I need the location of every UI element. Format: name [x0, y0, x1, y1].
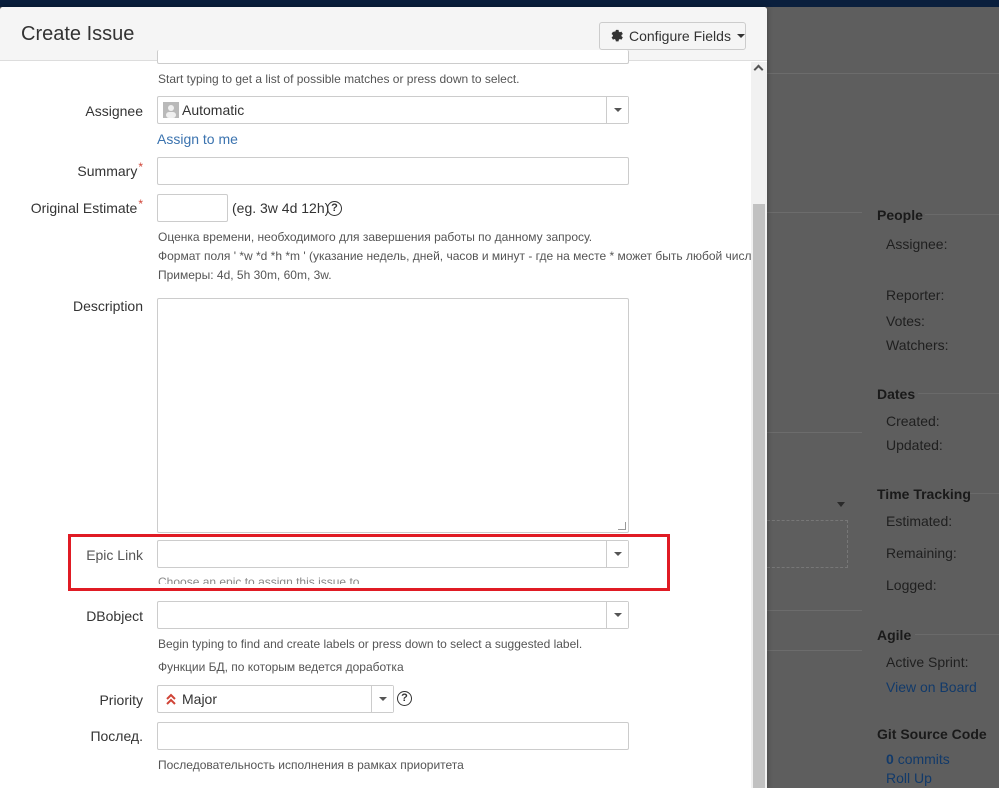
dates-rule: [918, 393, 999, 394]
commits-label: commits: [897, 751, 950, 767]
highlight-annotation-box: [68, 534, 670, 591]
original-estimate-label: Original Estimate*: [30, 197, 143, 216]
help-icon[interactable]: ?: [397, 691, 412, 706]
background-divider: [767, 432, 862, 433]
commits-count: 0: [886, 751, 894, 767]
original-estimate-label-text: Original Estimate: [30, 200, 138, 216]
dbobject-dropdown-button[interactable]: [606, 602, 628, 628]
logged-detail-label: Logged:: [886, 577, 937, 593]
priority-select[interactable]: Major: [157, 685, 394, 713]
summary-input[interactable]: [157, 157, 629, 185]
dbobject-description-hint: Функции БД, по которым ведется доработка: [158, 660, 404, 674]
dbobject-label: DBobject: [86, 608, 143, 624]
assign-to-me-link[interactable]: Assign to me: [157, 131, 238, 147]
original-estimate-input[interactable]: [157, 194, 228, 222]
assignee-dropdown-button[interactable]: [606, 97, 628, 123]
people-rule: [925, 214, 999, 215]
posled-hint: Последовательность исполнения в рамках п…: [158, 758, 464, 772]
assignee-value: Automatic: [182, 102, 245, 118]
background-divider: [767, 212, 862, 213]
original-estimate-examples-hint: Примеры: 4d, 5h 30m, 60m, 3w.: [158, 268, 332, 282]
assignee-select[interactable]: Automatic: [157, 96, 629, 124]
priority-value: Major: [182, 691, 218, 707]
dialog-title: Create Issue: [21, 23, 135, 45]
description-label: Description: [72, 298, 143, 314]
roll-up-link[interactable]: Roll Up: [886, 770, 932, 786]
agile-rule: [915, 634, 999, 635]
background-divider: [767, 650, 862, 651]
assignee-detail-label: Assignee:: [886, 236, 948, 252]
required-marker: *: [138, 160, 143, 174]
summary-label-text: Summary: [77, 163, 138, 179]
estimated-detail-label: Estimated:: [886, 513, 953, 529]
priority-dropdown-button[interactable]: [371, 686, 393, 712]
updated-detail-label: Updated:: [886, 437, 943, 453]
dialog-scrollbar[interactable]: [751, 62, 767, 788]
watchers-detail-label: Watchers:: [886, 337, 949, 353]
project-field-partial[interactable]: [157, 50, 629, 64]
posled-label: Послед.: [90, 728, 143, 744]
priority-major-icon: [166, 693, 176, 705]
chevron-down-icon: [736, 34, 745, 38]
scrollbar-thumb[interactable]: [753, 204, 765, 788]
original-estimate-example: (eg. 3w 4d 12h): [232, 200, 330, 216]
background-top-bar: [0, 0, 999, 7]
avatar-icon: [163, 102, 179, 118]
active-sprint-label: Active Sprint:: [886, 654, 969, 670]
reporter-detail-label: Reporter:: [886, 287, 945, 303]
help-icon[interactable]: ?: [327, 201, 342, 216]
commits-link[interactable]: 0 commits: [886, 751, 950, 767]
background-dropzone: [767, 520, 848, 568]
required-marker: *: [138, 197, 143, 211]
time-tracking-rule: [970, 493, 999, 494]
priority-label: Priority: [99, 692, 143, 708]
original-estimate-format-hint: Формат поля ' *w *d *h *m ' (указание не…: [158, 249, 763, 263]
view-on-board-link[interactable]: View on Board: [886, 679, 977, 695]
original-estimate-hint: Оценка времени, необходимого для заверше…: [158, 230, 593, 244]
dbobject-hint: Begin typing to find and create labels o…: [158, 637, 583, 651]
created-detail-label: Created:: [886, 413, 940, 429]
git-source-code-heading: Git Source Code: [877, 726, 987, 742]
votes-detail-label: Votes:: [886, 313, 925, 329]
agile-heading: Agile: [877, 627, 912, 643]
posled-input[interactable]: [157, 722, 629, 750]
background-divider: [767, 73, 999, 74]
time-tracking-heading: Time Tracking: [877, 486, 971, 502]
description-textarea[interactable]: [157, 298, 629, 533]
resize-handle-icon[interactable]: [618, 522, 626, 530]
assignee-label: Assignee: [85, 103, 143, 119]
gear-icon: [611, 29, 623, 42]
summary-label: Summary*: [77, 160, 143, 179]
top-field-hint: Start typing to get a list of possible m…: [158, 72, 520, 86]
create-issue-dialog: Create Issue Configure Fields Start typi…: [0, 7, 767, 788]
configure-fields-label: Configure Fields: [629, 28, 731, 44]
configure-fields-button[interactable]: Configure Fields: [599, 22, 746, 50]
background-divider: [767, 610, 862, 611]
scroll-up-icon[interactable]: [753, 64, 764, 75]
people-heading: People: [877, 207, 923, 223]
remaining-detail-label: Remaining:: [886, 545, 957, 561]
dbobject-select[interactable]: [157, 601, 629, 629]
dialog-body[interactable]: Start typing to get a list of possible m…: [0, 50, 767, 788]
background-dropdown-caret: [837, 502, 845, 507]
dates-heading: Dates: [877, 386, 916, 402]
